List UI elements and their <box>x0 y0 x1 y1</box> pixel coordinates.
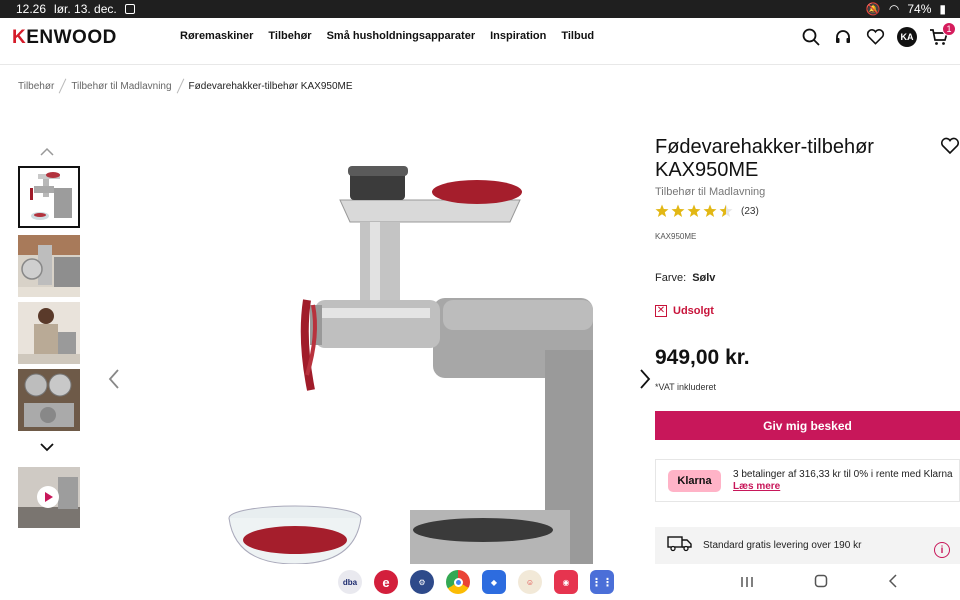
status-time: 12.26 <box>16 2 47 16</box>
delivery-text: Standard gratis levering over 190 kr <box>703 540 862 551</box>
thumbnail-scroll-down-icon[interactable] <box>38 440 56 452</box>
vat-note: *VAT inkluderet <box>655 382 717 392</box>
avatar: KA <box>897 27 917 47</box>
availability-text: Udsolgt <box>673 305 714 317</box>
app-drawer-icon[interactable]: ⋮⋮ <box>590 570 614 594</box>
delivery-truck-icon <box>667 534 693 557</box>
status-date: lør. 13. dec. <box>54 2 117 16</box>
color-row: Farve: Sølv <box>655 272 715 284</box>
availability-status: ✕ Udsolgt <box>655 305 714 317</box>
product-price: 949,00 kr. <box>655 346 750 369</box>
delivery-info-box: Standard gratis levering over 190 kr i <box>655 527 960 564</box>
thumbnail-4[interactable] <box>18 369 80 431</box>
product-main-image <box>215 150 615 564</box>
status-bar: 12.26 lør. 13. dec. 🔕 ◠ 74% ▮ <box>0 0 960 18</box>
app-e-boks[interactable]: e <box>374 570 398 594</box>
app-dba[interactable]: dba <box>338 570 362 594</box>
soldout-icon: ✕ <box>655 305 667 317</box>
site-header: KENWOOD Røremaskiner Tilbehør Små hushol… <box>0 18 960 65</box>
battery-level: 74% <box>907 2 932 16</box>
headset-icon[interactable] <box>832 26 854 48</box>
nav-item-sma-husholdningsapparater[interactable]: Små husholdningsapparater <box>327 30 476 42</box>
main-nav: Røremaskiner Tilbehør Små husholdningsap… <box>180 30 594 42</box>
search-icon[interactable] <box>800 26 822 48</box>
gallery-icon <box>124 4 135 14</box>
camera-icon[interactable]: ◉ <box>554 570 578 594</box>
app-box-icon[interactable]: ◆ <box>482 570 506 594</box>
info-icon[interactable]: i <box>934 542 950 558</box>
home-icon[interactable] <box>814 574 828 593</box>
cart-icon[interactable]: 1 <box>928 22 956 48</box>
breadcrumb-separator <box>58 78 67 94</box>
nav-item-tilbehor[interactable]: Tilbehør <box>268 30 311 42</box>
rating-stars[interactable] <box>655 204 735 218</box>
product-title: Fødevarehakker-tilbehør KAX950ME <box>655 136 874 181</box>
nav-item-tilbud[interactable]: Tilbud <box>561 30 594 42</box>
thumbnail-scroll-up-icon[interactable] <box>38 145 56 157</box>
back-icon[interactable] <box>888 574 898 593</box>
battery-icon: ▮ <box>939 2 946 16</box>
nav-item-inspiration[interactable]: Inspiration <box>490 30 546 42</box>
review-count[interactable]: (23) <box>741 206 759 217</box>
kenwood-logo[interactable]: KENWOOD <box>12 27 117 49</box>
breadcrumb-separator <box>176 78 184 94</box>
klarna-read-more-link[interactable]: Læs mere <box>733 481 780 492</box>
klarna-logo: Klarna <box>668 469 721 492</box>
thumbnail-2[interactable] <box>18 235 80 297</box>
breadcrumb: Tilbehør Tilbehør til Madlavning Fødevar… <box>18 78 353 94</box>
heart-icon[interactable] <box>864 26 886 48</box>
breadcrumb-item-current: Fødevarehakker-tilbehør KAX950ME <box>188 80 353 92</box>
breadcrumb-item-tilbehor-madlavning[interactable]: Tilbehør til Madlavning <box>71 81 171 92</box>
next-image-arrow-icon[interactable] <box>638 368 652 390</box>
product-sku: KAX950ME <box>655 232 697 241</box>
settings-gear-icon[interactable]: ⚙ <box>410 570 434 594</box>
klarna-installment-text: 3 betalinger af 316,33 kr til 0% i rente… <box>733 468 953 480</box>
product-category: Tilbehør til Madlavning <box>655 186 766 198</box>
wifi-icon: ◠ <box>888 2 900 16</box>
breadcrumb-item-tilbehor[interactable]: Tilbehør <box>18 81 54 92</box>
nav-item-roremaskiner[interactable]: Røremaskiner <box>180 30 253 42</box>
color-label: Farve: <box>655 272 687 284</box>
color-value: Sølv <box>692 272 716 284</box>
thumbnail-3[interactable] <box>18 302 80 364</box>
app-character-icon[interactable]: ☺ <box>518 570 542 594</box>
account-avatar[interactable]: KA <box>896 26 918 48</box>
wishlist-heart-icon[interactable] <box>940 137 960 157</box>
recent-apps-icon[interactable] <box>740 575 754 593</box>
mute-icon: 🔕 <box>865 2 881 16</box>
klarna-text: 3 betalinger af 316,33 kr til 0% i rente… <box>733 469 959 493</box>
notify-me-button[interactable]: Giv mig besked <box>655 411 960 440</box>
previous-image-arrow-icon[interactable] <box>107 368 121 390</box>
chrome-icon[interactable] <box>446 570 470 594</box>
system-dock: dba e ⚙ ◆ ☺ ◉ ⋮⋮ <box>0 564 960 600</box>
cart-count-badge: 1 <box>942 22 956 36</box>
klarna-payment-box: Klarna 3 betalinger af 316,33 kr til 0% … <box>655 459 960 502</box>
video-thumbnail[interactable] <box>18 467 80 528</box>
thumbnail-1[interactable] <box>18 166 80 228</box>
